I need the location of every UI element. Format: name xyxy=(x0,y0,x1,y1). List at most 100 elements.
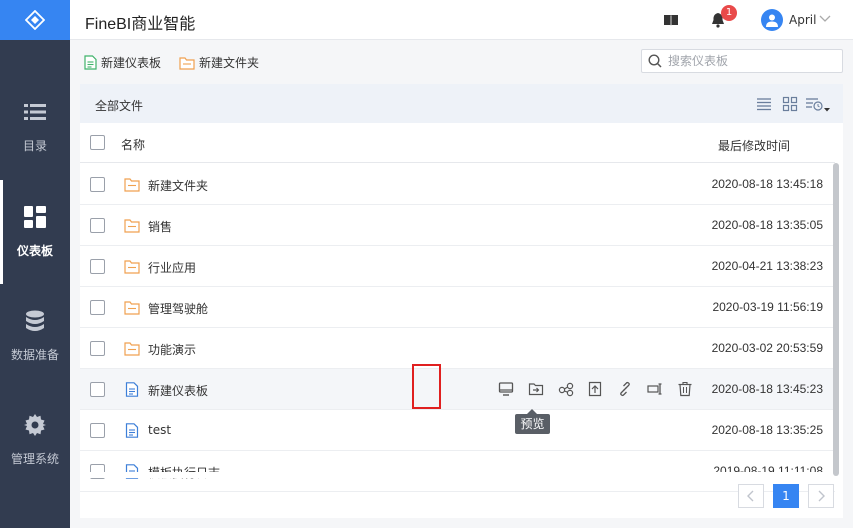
table-row[interactable]: test 2020-08-18 13:35:25 xyxy=(80,410,835,451)
link-icon xyxy=(620,381,630,397)
dashboard-file-icon xyxy=(125,382,139,397)
logo[interactable] xyxy=(0,0,70,40)
row-checkbox[interactable] xyxy=(90,218,105,233)
preview-button[interactable] xyxy=(498,381,514,397)
notification-badge: 1 xyxy=(721,5,737,21)
app-title: FineBI商业智能 xyxy=(85,16,196,33)
file-time: 2020-04-21 13:38:23 xyxy=(711,259,823,273)
logo-icon xyxy=(25,10,45,30)
preview-tooltip: 预览 xyxy=(515,409,550,434)
book-icon[interactable] xyxy=(663,12,679,28)
table-row[interactable]: 行业应用 2020-04-21 13:38:23 xyxy=(80,246,835,287)
list-clip-mask xyxy=(80,472,835,478)
new-folder-label: 新建文件夹 xyxy=(199,56,260,70)
file-time: 2020-08-18 13:45:18 xyxy=(711,177,823,191)
table-row[interactable]: 功能演示 2020-03-02 20:53:59 xyxy=(80,328,835,369)
top-header: FineBI商业智能 1 April xyxy=(70,0,853,40)
monitor-icon xyxy=(498,382,514,396)
sidebar: 目录 仪表板 数据准备 管理系统 xyxy=(0,0,70,528)
table-row[interactable]: 新建仪表板 2020-08-18 13:45:23 xyxy=(80,369,835,410)
search-input[interactable] xyxy=(668,54,828,68)
list-icon xyxy=(24,101,46,123)
row-checkbox[interactable] xyxy=(90,259,105,274)
share-button[interactable] xyxy=(558,381,574,397)
new-dashboard-button[interactable]: 新建仪表板 xyxy=(84,54,161,71)
folder-icon xyxy=(124,178,140,192)
move-icon xyxy=(528,383,544,396)
database-icon xyxy=(24,310,46,332)
sort-time-icon[interactable] xyxy=(805,96,831,112)
chevron-down-icon[interactable] xyxy=(819,12,831,24)
row-checkbox[interactable] xyxy=(90,382,105,397)
list-view-icon[interactable] xyxy=(756,96,772,112)
file-name[interactable]: 新建仪表板 xyxy=(148,382,208,399)
file-time: 2020-08-18 13:35:25 xyxy=(711,423,823,437)
folder-icon xyxy=(124,219,140,233)
breadcrumb[interactable]: 全部文件 xyxy=(95,97,143,114)
gear-icon xyxy=(24,413,46,436)
table-header: 名称 最后修改时间 xyxy=(80,123,835,163)
rename-button[interactable] xyxy=(647,381,663,397)
file-time: 2020-03-19 11:56:19 xyxy=(712,300,823,314)
table-row[interactable]: 管理驾驶舱 2020-03-19 11:56:19 xyxy=(80,287,835,328)
sidebar-item-label: 数据准备 xyxy=(10,347,59,362)
file-name[interactable]: 管理驾驶舱 xyxy=(148,300,208,317)
search-box[interactable] xyxy=(641,49,843,73)
file-name[interactable]: 新建文件夹 xyxy=(148,177,208,194)
new-dashboard-label: 新建仪表板 xyxy=(101,56,162,70)
sidebar-item-data-prep[interactable]: 数据准备 xyxy=(0,284,70,388)
file-time: 2020-03-02 20:53:59 xyxy=(711,341,823,355)
link-button[interactable] xyxy=(617,381,633,397)
file-name[interactable]: 功能演示 xyxy=(148,341,196,358)
file-name[interactable]: 行业应用 xyxy=(148,259,196,276)
page-number-button[interactable]: 1 xyxy=(773,484,799,508)
move-button[interactable] xyxy=(528,381,544,397)
folder-icon xyxy=(124,260,140,274)
sidebar-item-admin[interactable]: 管理系统 xyxy=(0,388,70,492)
avatar[interactable] xyxy=(761,9,783,31)
sidebar-item-label: 管理系统 xyxy=(10,451,59,466)
column-header-name[interactable]: 名称 xyxy=(121,136,145,153)
publish-button[interactable] xyxy=(587,381,603,397)
file-name[interactable]: 销售 xyxy=(148,218,172,235)
file-time: 2020-08-18 13:35:05 xyxy=(711,218,823,232)
delete-button[interactable] xyxy=(677,381,693,397)
upload-icon xyxy=(588,381,602,397)
row-checkbox[interactable] xyxy=(90,177,105,192)
sidebar-item-label: 仪表板 xyxy=(16,243,53,258)
row-checkbox[interactable] xyxy=(90,341,105,356)
grid-view-icon[interactable] xyxy=(782,96,798,112)
sidebar-item-catalog[interactable]: 目录 xyxy=(0,75,70,179)
chevron-left-icon xyxy=(747,490,754,502)
new-folder-icon xyxy=(179,56,195,70)
toolbar: 新建仪表板 新建文件夹 xyxy=(70,41,853,83)
file-time: 2020-08-18 13:45:23 xyxy=(711,382,823,396)
file-panel: 全部文件 名称 最后修改时间 新建文件夹 2020-08-18 13:45:18… xyxy=(80,84,843,518)
user-icon xyxy=(766,14,778,27)
select-all-checkbox[interactable] xyxy=(90,135,105,150)
trash-icon xyxy=(678,381,692,397)
table-row[interactable]: 销售 2020-08-18 13:35:05 xyxy=(80,205,835,246)
user-name[interactable]: April xyxy=(789,13,816,27)
search-icon xyxy=(648,54,662,68)
sidebar-item-dashboard[interactable]: 仪表板 xyxy=(0,180,70,284)
prev-page-button[interactable] xyxy=(738,484,764,508)
preview-highlight-box xyxy=(412,364,441,409)
next-page-button[interactable] xyxy=(808,484,834,508)
dashboard-icon xyxy=(24,205,46,228)
scrollbar-thumb[interactable] xyxy=(833,163,839,476)
dashboard-file-icon xyxy=(125,423,139,438)
table-row[interactable]: 新建文件夹 2020-08-18 13:45:18 xyxy=(80,164,835,205)
share-icon xyxy=(558,382,574,397)
new-dashboard-icon xyxy=(84,55,97,70)
sidebar-item-label: 目录 xyxy=(22,138,47,153)
new-folder-button[interactable]: 新建文件夹 xyxy=(179,54,259,71)
row-checkbox[interactable] xyxy=(90,423,105,438)
row-checkbox[interactable] xyxy=(90,300,105,315)
file-name[interactable]: test xyxy=(148,423,171,437)
folder-icon xyxy=(124,301,140,315)
column-header-time[interactable]: 最后修改时间 xyxy=(718,137,790,154)
chevron-right-icon xyxy=(818,490,825,502)
rename-icon xyxy=(647,383,662,395)
folder-icon xyxy=(124,342,140,356)
